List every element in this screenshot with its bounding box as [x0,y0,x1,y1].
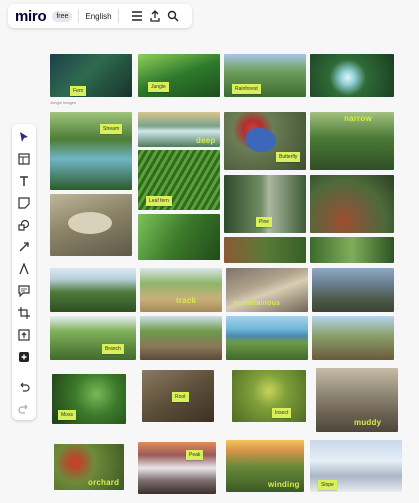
add-more-icon[interactable] [16,349,32,365]
overlay-word: winding [268,480,300,489]
image-card[interactable]: Leaf fern [138,150,220,210]
canvas-board[interactable]: miro free English Jungle Images Fern Jun… [0,0,419,503]
plan-badge: free [52,10,73,22]
upload-icon[interactable] [16,327,32,343]
image-tag: Branch [102,344,124,354]
image-card[interactable]: Butterfly [224,112,306,170]
image-card[interactable]: Branch [50,316,136,360]
image-card[interactable] [310,175,394,233]
image-card[interactable]: track [140,268,222,312]
image-card[interactable]: Fern [50,54,132,97]
text-tool-icon[interactable] [16,173,32,189]
image-tag: Rainforest [232,84,261,94]
divider [117,9,119,23]
image-card[interactable] [310,54,394,97]
image-card[interactable]: Stream [50,112,132,190]
image-tag: Root [172,392,189,402]
image-tag: Fern [70,86,87,96]
image-card[interactable] [50,268,136,312]
divider [78,9,80,23]
crop-icon[interactable] [16,305,32,321]
image-card[interactable]: Insect [232,370,306,422]
image-card[interactable] [226,316,308,360]
image-tag: Peak [186,450,204,460]
image-card[interactable] [138,214,220,260]
overlay-word: narrow [344,114,372,123]
image-tag: Butterfly [276,152,301,162]
frame-tool-icon[interactable] [16,151,32,167]
leopard-shape [68,212,112,234]
overlay-word: deep [196,136,216,145]
sticky-note-icon[interactable] [16,195,32,211]
image-tag: Jungle [148,82,169,92]
menu-icon[interactable] [131,10,143,22]
search-icon[interactable] [167,10,179,22]
frame-title: Jungle Images [50,100,77,105]
image-card[interactable] [312,268,394,312]
butterfly-shape [246,128,276,152]
image-card[interactable]: orchard [54,444,124,490]
image-tag: Slope [318,480,337,490]
image-card[interactable]: Rainforest [224,54,306,97]
image-card[interactable]: narrow [310,112,394,170]
overlay-word: mountainous [234,300,281,307]
image-card[interactable]: mountainous [226,268,308,312]
connection-line-icon[interactable] [16,239,32,255]
pen-icon[interactable] [16,261,32,277]
image-card[interactable]: Moss [52,374,126,424]
redo-icon[interactable] [16,401,32,417]
image-card[interactable]: Slope [310,440,402,492]
shapes-icon[interactable] [16,217,32,233]
language-selector[interactable]: English [85,12,111,21]
image-tag: Stream [100,124,123,134]
image-card[interactable] [310,237,394,263]
overlay-word: track [176,296,197,305]
image-card[interactable]: Root [142,370,214,422]
image-card[interactable]: Peak [138,442,216,494]
image-tag: Pine [256,217,273,227]
comment-icon[interactable] [16,283,32,299]
select-tool-icon[interactable] [16,129,32,145]
share-icon[interactable] [149,10,161,22]
undo-icon[interactable] [16,379,32,395]
overlay-word: orchard [88,478,120,487]
miro-logo[interactable]: miro [15,8,47,25]
top-bar: miro free English [8,4,192,28]
image-card[interactable]: Pine [224,175,306,233]
image-card[interactable]: deep [138,112,220,147]
image-tag: Insect [272,408,292,418]
image-card[interactable] [224,237,306,263]
image-card[interactable] [140,316,222,360]
image-tag: Moss [58,410,76,420]
image-card[interactable]: Jungle [138,54,220,97]
image-card[interactable]: winding [226,440,304,492]
image-card[interactable] [312,316,394,360]
image-card[interactable] [50,194,132,256]
overlay-word: muddy [354,418,382,427]
image-card[interactable]: muddy [316,368,398,432]
left-toolbar [12,124,36,420]
image-tag: Leaf fern [146,196,172,206]
